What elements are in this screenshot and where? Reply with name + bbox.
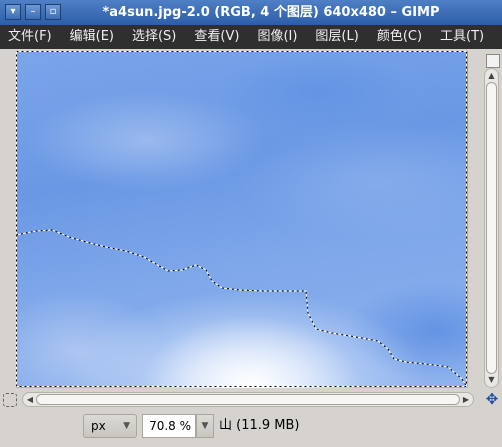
chevron-down-icon: ▼ bbox=[123, 421, 130, 431]
scroll-down-arrow[interactable]: ▼ bbox=[485, 374, 498, 386]
unit-select[interactable]: px ▼ bbox=[83, 414, 137, 438]
horizontal-scrollbar[interactable]: ◀ ▶ bbox=[22, 392, 474, 407]
zoom-toggle-icon[interactable] bbox=[486, 54, 500, 68]
status-message: 山 (11.9 MB) bbox=[219, 418, 300, 433]
scroll-up-arrow[interactable]: ▲ bbox=[485, 70, 498, 82]
horizontal-scroll-thumb[interactable] bbox=[36, 394, 460, 405]
zoom-value: 70.8 % bbox=[149, 419, 191, 433]
zoom-input[interactable]: 70.8 % bbox=[142, 414, 196, 438]
menu-select[interactable]: 选择(S) bbox=[124, 25, 186, 49]
menu-image[interactable]: 图像(I) bbox=[249, 25, 307, 49]
image-canvas[interactable] bbox=[16, 51, 468, 388]
menu-view[interactable]: 查看(V) bbox=[186, 25, 249, 49]
unit-value: px bbox=[91, 419, 106, 433]
menu-colors[interactable]: 颜色(C) bbox=[369, 25, 432, 49]
vertical-scrollbar[interactable]: ▲ ▼ bbox=[484, 68, 499, 388]
selection-outline bbox=[16, 51, 468, 388]
menu-tools[interactable]: 工具(T) bbox=[432, 25, 494, 49]
title-bar: ▾ – ▫ *a4sun.jpg-2.0 (RGB, 4 个图层) 640x48… bbox=[0, 0, 502, 25]
scroll-left-arrow[interactable]: ◀ bbox=[24, 393, 36, 406]
vertical-scroll-thumb[interactable] bbox=[486, 82, 497, 374]
scroll-right-arrow[interactable]: ▶ bbox=[460, 393, 472, 406]
window-title: *a4sun.jpg-2.0 (RGB, 4 个图层) 640x480 – GI… bbox=[102, 5, 440, 20]
quick-mask-icon[interactable] bbox=[3, 393, 17, 407]
menu-bar: 文件(F) 编辑(E) 选择(S) 查看(V) 图像(I) 图层(L) 颜色(C… bbox=[0, 25, 502, 49]
navigate-icon[interactable]: ✥ bbox=[484, 391, 500, 407]
menu-edit[interactable]: 编辑(E) bbox=[62, 25, 124, 49]
menu-file[interactable]: 文件(F) bbox=[0, 25, 62, 49]
menu-layer[interactable]: 图层(L) bbox=[307, 25, 368, 49]
zoom-dropdown-button[interactable]: ▼ bbox=[196, 414, 214, 438]
